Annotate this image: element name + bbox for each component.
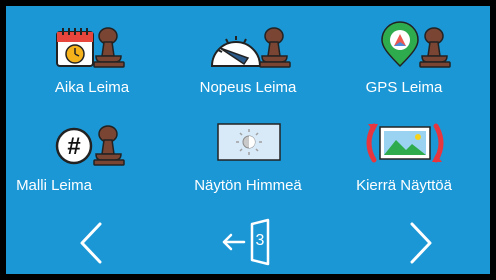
chevron-right-icon[interactable] — [398, 218, 438, 268]
screen-brightness-icon — [217, 123, 281, 161]
exit-door-icon — [222, 218, 270, 266]
hash-stamp-icon: # — [55, 125, 125, 166]
tile-rotate-screen[interactable]: Kierrä Näyttöä — [334, 112, 474, 198]
tile-label: Aika Leima — [54, 79, 130, 96]
tile-screen-dim[interactable]: Näytön Himmeä — [178, 112, 318, 198]
svg-text:#: # — [67, 133, 80, 160]
tile-label: Näytön Himmeä — [194, 177, 302, 194]
calendar-clock-stamp-icon — [56, 27, 125, 68]
menu-panel: Aika Leima Nopeus Leima GPS Leima # Mall… — [6, 6, 490, 274]
tile-speed-stamp[interactable]: Nopeus Leima — [178, 14, 318, 100]
tile-label: Kierrä Näyttöä — [356, 177, 452, 194]
tile-gps-stamp[interactable]: GPS Leima — [334, 14, 474, 100]
speedometer-stamp-icon — [210, 27, 291, 68]
tile-label: Malli Leima — [16, 177, 92, 194]
tile-time-stamp[interactable]: Aika Leima — [22, 14, 162, 100]
tile-pattern-stamp[interactable]: # Malli Leima — [12, 112, 152, 198]
chevron-left-icon[interactable] — [74, 218, 114, 268]
map-pin-stamp-icon — [381, 21, 451, 68]
tile-label: Nopeus Leima — [199, 79, 297, 96]
tile-label: GPS Leima — [365, 79, 443, 96]
page-number: 3 — [255, 232, 265, 249]
rotate-screen-icon — [366, 123, 444, 163]
exit-button[interactable]: 3 — [216, 216, 280, 268]
